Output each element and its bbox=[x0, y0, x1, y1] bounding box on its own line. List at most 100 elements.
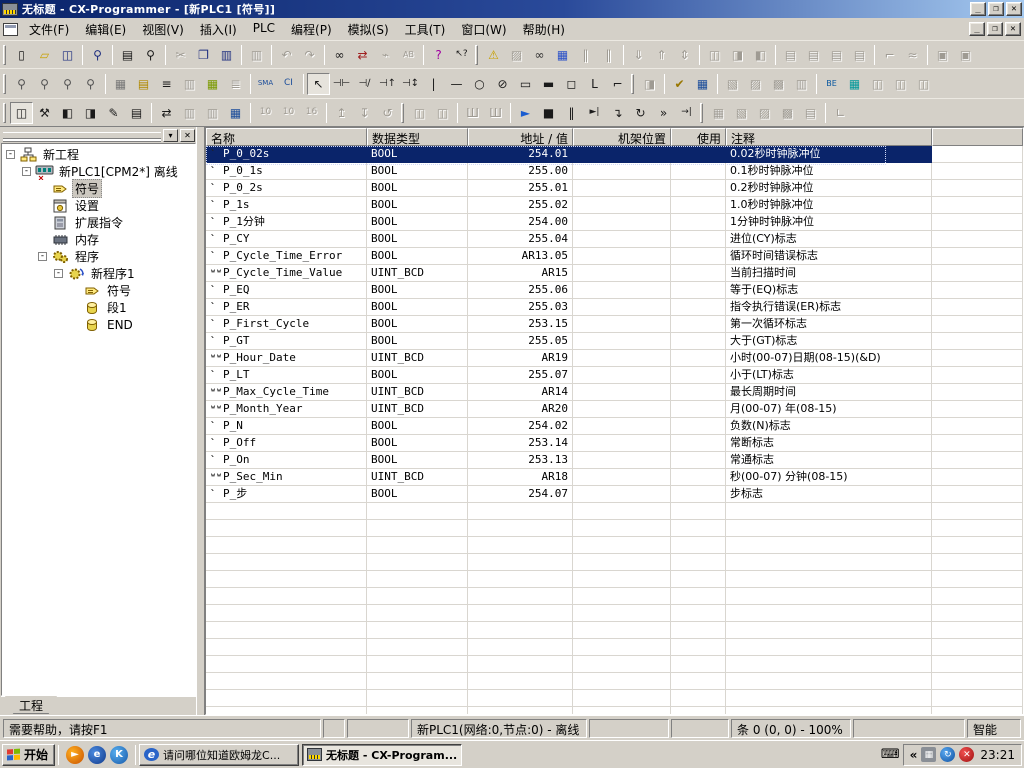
symbol-row[interactable]: `P_步BOOL254.07步标志 bbox=[206, 486, 1023, 503]
cell-usage[interactable] bbox=[671, 384, 726, 401]
new-contact-up-button[interactable]: ⊣↑ bbox=[376, 73, 399, 95]
cell-filler[interactable] bbox=[932, 435, 1023, 452]
child-minimize-button[interactable]: _ bbox=[969, 22, 985, 36]
new-closed-contact-button[interactable]: ⊣∕ bbox=[353, 73, 376, 95]
empty-grid-row[interactable] bbox=[206, 622, 1023, 639]
workspace-close-button[interactable]: ✕ bbox=[180, 129, 195, 142]
cell-comment[interactable]: 0.02秒时钟脉冲位 bbox=[726, 146, 932, 163]
watch-window-2-button[interactable]: ▨ bbox=[744, 73, 767, 95]
new-file-button[interactable]: ▯ bbox=[10, 44, 33, 66]
cell-name[interactable]: `P_First_Cycle bbox=[206, 316, 367, 333]
new-coil-button[interactable]: ○ bbox=[468, 73, 491, 95]
cell-usage[interactable] bbox=[671, 231, 726, 248]
cell-comment[interactable]: 小于(LT)标志 bbox=[726, 367, 932, 384]
hex-monitor-button[interactable]: 16 bbox=[300, 102, 323, 124]
tree-item-new-plc1[interactable]: -新PLC1[CPM2*] 离线 bbox=[2, 163, 195, 180]
cell-usage[interactable] bbox=[671, 367, 726, 384]
sim-step-in-button[interactable]: ↴ bbox=[606, 102, 629, 124]
sim-run-to-end-button[interactable]: →| bbox=[675, 102, 698, 124]
decimal-monitor-button[interactable]: 10 bbox=[254, 102, 277, 124]
cell-comment[interactable]: 指令执行错误(ER)标志 bbox=[726, 299, 932, 316]
cell-type[interactable]: BOOL bbox=[367, 333, 468, 350]
cell-type[interactable]: BOOL bbox=[367, 435, 468, 452]
cell-address[interactable]: 255.04 bbox=[468, 231, 573, 248]
cell-address[interactable]: 255.05 bbox=[468, 333, 573, 350]
cell-type[interactable]: BOOL bbox=[367, 452, 468, 469]
cell-filler[interactable] bbox=[932, 673, 1023, 690]
empty-grid-row[interactable] bbox=[206, 520, 1023, 537]
cell-address[interactable] bbox=[468, 707, 573, 714]
cell-comment[interactable] bbox=[726, 707, 932, 714]
symbol-row[interactable]: `P_GTBOOL255.05大于(GT)标志 bbox=[206, 333, 1023, 350]
cell-comment[interactable]: 第一次循环标志 bbox=[726, 316, 932, 333]
empty-grid-row[interactable] bbox=[206, 588, 1023, 605]
empty-grid-row[interactable] bbox=[206, 639, 1023, 656]
new-contact-updown-button[interactable]: ⊣↕ bbox=[399, 73, 422, 95]
pause-monitoring-a-button[interactable]: Ш bbox=[461, 102, 484, 124]
cell-comment[interactable] bbox=[726, 520, 932, 537]
cell-type[interactable]: UINT_BCD bbox=[367, 401, 468, 418]
new-instruction-set-button[interactable]: ▬ bbox=[537, 73, 560, 95]
cell-address[interactable] bbox=[468, 571, 573, 588]
cell-filler[interactable] bbox=[932, 282, 1023, 299]
column-header-comment[interactable]: 注释 bbox=[726, 128, 932, 146]
pause-monitor-button[interactable]: ◨ bbox=[726, 44, 749, 66]
cell-filler[interactable] bbox=[932, 350, 1023, 367]
cell-rack[interactable] bbox=[573, 435, 671, 452]
find-all-errors-button[interactable]: ∞ bbox=[528, 44, 551, 66]
cell-usage[interactable] bbox=[671, 401, 726, 418]
cell-filler[interactable] bbox=[932, 418, 1023, 435]
k-app-icon[interactable]: K bbox=[110, 746, 128, 764]
menu-view[interactable]: 视图(V) bbox=[134, 18, 192, 41]
cell-name[interactable]: ʷʷP_Cycle_Time_Value bbox=[206, 265, 367, 282]
cell-comment[interactable]: 常断标志 bbox=[726, 435, 932, 452]
sim-step-run-button[interactable]: ►| bbox=[583, 102, 606, 124]
cell-name[interactable]: `P_GT bbox=[206, 333, 367, 350]
cell-rack[interactable] bbox=[573, 401, 671, 418]
cell-address[interactable] bbox=[468, 605, 573, 622]
cell-type[interactable]: BOOL bbox=[367, 163, 468, 180]
menu-insert[interactable]: 插入(I) bbox=[192, 18, 245, 41]
data-monitor-button[interactable]: ▦ bbox=[224, 102, 247, 124]
cell-usage[interactable] bbox=[671, 554, 726, 571]
cell-address[interactable] bbox=[468, 503, 573, 520]
cell-comment[interactable] bbox=[726, 554, 932, 571]
option-2-button[interactable]: ▣ bbox=[954, 44, 977, 66]
symbol-row[interactable]: `P_0_1sBOOL255.000.1秒时钟脉冲位 bbox=[206, 163, 1023, 180]
window-view-2-button[interactable]: ◫ bbox=[889, 73, 912, 95]
tree-item-symbols[interactable]: 符号 bbox=[2, 180, 195, 197]
cell-name[interactable] bbox=[206, 537, 367, 554]
cell-type[interactable] bbox=[367, 571, 468, 588]
tray-update-icon[interactable]: ↻ bbox=[940, 747, 955, 762]
symbol-bar-button[interactable]: ▦ bbox=[201, 73, 224, 95]
be-window-button[interactable]: BE bbox=[820, 73, 843, 95]
cell-usage[interactable] bbox=[671, 265, 726, 282]
cell-usage[interactable] bbox=[671, 673, 726, 690]
sim-pause-button[interactable]: ‖ bbox=[560, 102, 583, 124]
open-file-button[interactable]: ▱ bbox=[33, 44, 56, 66]
cell-usage[interactable] bbox=[671, 605, 726, 622]
cell-name[interactable]: `P_LT bbox=[206, 367, 367, 384]
cell-name[interactable]: `P_1分钟 bbox=[206, 214, 367, 231]
work-online-simulator-button[interactable]: ▦ bbox=[551, 44, 574, 66]
cell-filler[interactable] bbox=[932, 299, 1023, 316]
properties-window-button[interactable]: ▤ bbox=[125, 102, 148, 124]
cell-usage[interactable] bbox=[671, 656, 726, 673]
media-player-icon[interactable]: ► bbox=[66, 746, 84, 764]
cell-filler[interactable] bbox=[932, 605, 1023, 622]
cell-usage[interactable] bbox=[671, 299, 726, 316]
window-view-1-button[interactable]: ◫ bbox=[866, 73, 889, 95]
cell-address[interactable]: 254.07 bbox=[468, 486, 573, 503]
cell-usage[interactable] bbox=[671, 418, 726, 435]
cell-usage[interactable] bbox=[671, 503, 726, 520]
toolbar-grip[interactable] bbox=[3, 103, 6, 123]
print-button[interactable]: ▤ bbox=[116, 44, 139, 66]
memory-view-button[interactable]: ▥ bbox=[201, 102, 224, 124]
cell-name[interactable]: `P_1s bbox=[206, 197, 367, 214]
select-mode-button[interactable]: ↖ bbox=[307, 73, 330, 95]
cell-usage[interactable] bbox=[671, 571, 726, 588]
cell-name[interactable]: `P_0_1s bbox=[206, 163, 367, 180]
cell-usage[interactable] bbox=[671, 214, 726, 231]
messenger-icon[interactable]: e bbox=[88, 746, 106, 764]
sim-stop-button[interactable]: ■ bbox=[537, 102, 560, 124]
